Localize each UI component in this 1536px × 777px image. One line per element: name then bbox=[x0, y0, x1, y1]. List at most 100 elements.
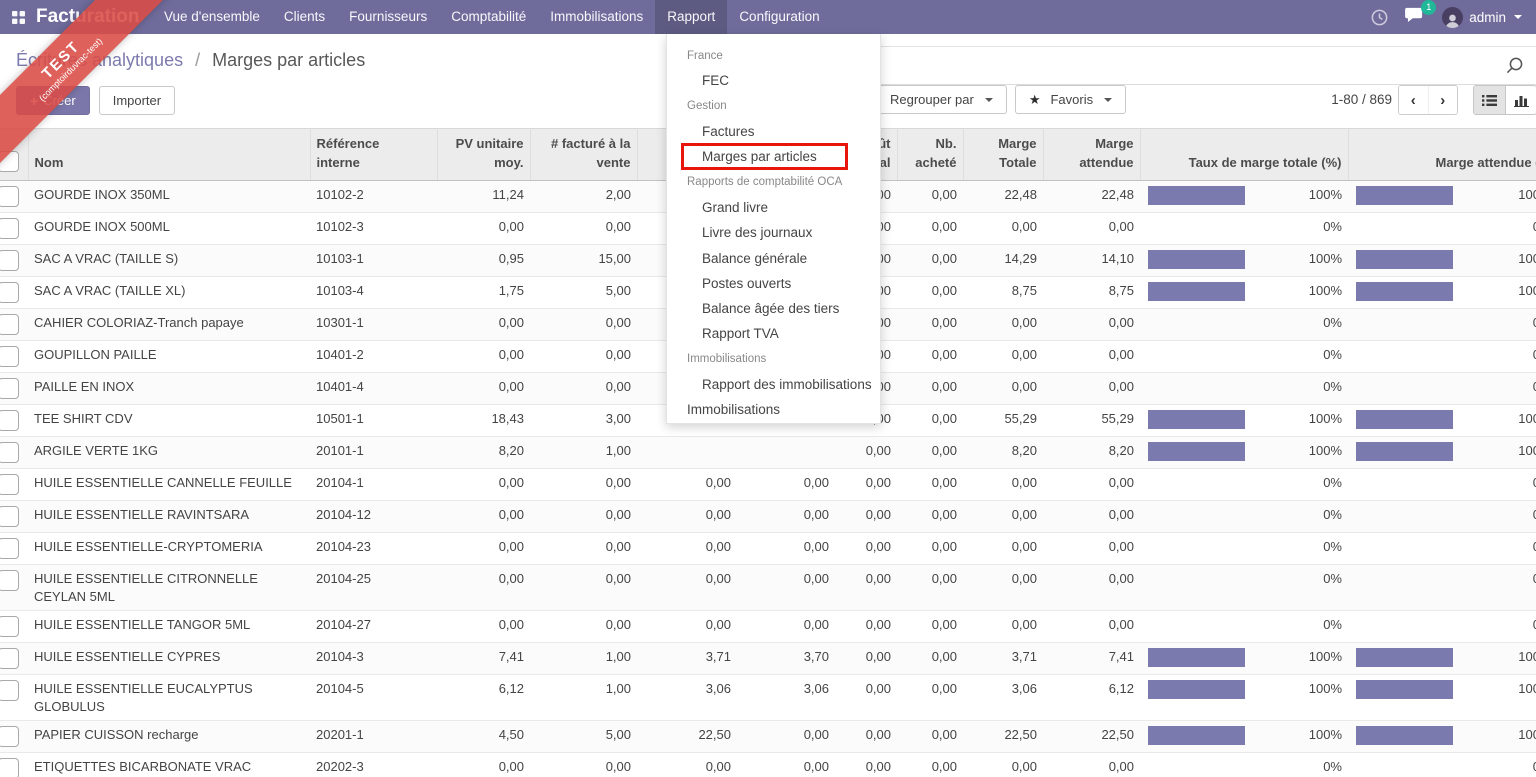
apps-menu-icon[interactable] bbox=[0, 0, 36, 34]
progress-bar bbox=[1148, 442, 1245, 461]
cell: 0,00 bbox=[1043, 341, 1140, 373]
row-select-cell bbox=[0, 643, 28, 675]
column-header[interactable]: PV unitaire moy. bbox=[437, 129, 530, 181]
row-checkbox[interactable] bbox=[0, 186, 19, 207]
progress-bar bbox=[1148, 346, 1245, 365]
table-row[interactable]: ETIQUETTES BICARBONATE VRAC20202-30,000,… bbox=[0, 753, 1536, 777]
row-checkbox[interactable] bbox=[0, 346, 19, 367]
search-controls: Regrouper par ★ Favoris bbox=[876, 85, 1126, 114]
cell: 0,00 bbox=[897, 565, 963, 611]
row-checkbox[interactable] bbox=[0, 726, 19, 747]
row-checkbox[interactable] bbox=[0, 680, 19, 701]
cell: 0,00 bbox=[637, 469, 737, 501]
column-header[interactable]: Nb. acheté bbox=[897, 129, 963, 181]
row-checkbox[interactable] bbox=[0, 758, 19, 777]
menu-item[interactable]: Balance générale bbox=[667, 245, 880, 270]
menu-item[interactable]: FEC bbox=[667, 68, 880, 93]
list-view-button[interactable] bbox=[1474, 86, 1505, 114]
table-row[interactable]: HUILE ESSENTIELLE EUCALYPTUS GLOBULUS201… bbox=[0, 675, 1536, 721]
row-checkbox[interactable] bbox=[0, 616, 19, 637]
activities-clock-icon[interactable] bbox=[1370, 8, 1389, 27]
nav-item-comptabilit-[interactable]: Comptabilité bbox=[439, 0, 538, 34]
table-row[interactable]: HUILE ESSENTIELLE CANNELLE FEUILLE20104-… bbox=[0, 469, 1536, 501]
search-bar[interactable] bbox=[768, 46, 1536, 85]
nav-item-configuration[interactable]: Configuration bbox=[727, 0, 831, 34]
table-row[interactable]: HUILE ESSENTIELLE TANGOR 5ML20104-270,00… bbox=[0, 611, 1536, 643]
nav-item-immobilisations[interactable]: Immobilisations bbox=[538, 0, 655, 34]
pager-next-button[interactable]: › bbox=[1429, 86, 1458, 114]
nav-item-rapport[interactable]: Rapport bbox=[655, 0, 727, 34]
import-button[interactable]: Importer bbox=[99, 86, 175, 115]
cell: 0,00 bbox=[897, 469, 963, 501]
row-select-cell bbox=[0, 277, 28, 309]
row-checkbox[interactable] bbox=[0, 538, 19, 559]
group-by-button[interactable]: Regrouper par bbox=[876, 85, 1007, 114]
cell: 0,00 bbox=[1043, 373, 1140, 405]
menu-item[interactable]: Balance âgée des tiers bbox=[667, 296, 880, 321]
nav-item-vue-d-ensemble[interactable]: Vue d'ensemble bbox=[152, 0, 272, 34]
graph-view-button[interactable] bbox=[1505, 86, 1536, 114]
table-row[interactable]: HUILE ESSENTIELLE-CRYPTOMERIA20104-230,0… bbox=[0, 533, 1536, 565]
row-select-cell bbox=[0, 245, 28, 277]
cell: 0,00 bbox=[963, 469, 1043, 501]
nav-item-clients[interactable]: Clients bbox=[272, 0, 337, 34]
menu-section-label: France bbox=[667, 43, 880, 68]
menu-item[interactable]: Rapport TVA bbox=[667, 321, 880, 346]
cell: 0,00 bbox=[530, 611, 637, 643]
column-header[interactable]: Référence interne bbox=[310, 129, 437, 181]
progress-cell: 0% bbox=[1140, 373, 1348, 405]
menu-item[interactable]: Rapport des immobilisations bbox=[667, 372, 880, 397]
row-checkbox[interactable] bbox=[0, 442, 19, 463]
cell: 14,29 bbox=[963, 245, 1043, 277]
cell: 4,50 bbox=[437, 721, 530, 753]
menu-item[interactable]: Marges par articles bbox=[667, 144, 880, 169]
table-row[interactable]: PAPIER CUISSON recharge20201-14,505,0022… bbox=[0, 721, 1536, 753]
cell: 0,00 bbox=[737, 501, 835, 533]
nav-right: 1 admin bbox=[1370, 6, 1536, 28]
row-checkbox[interactable] bbox=[0, 378, 19, 399]
table-row[interactable]: HUILE ESSENTIELLE CYPRES20104-37,411,003… bbox=[0, 643, 1536, 675]
row-checkbox[interactable] bbox=[0, 474, 19, 495]
table-row[interactable]: HUILE ESSENTIELLE RAVINTSARA20104-120,00… bbox=[0, 501, 1536, 533]
menu-item[interactable]: Factures bbox=[667, 119, 880, 144]
cell: 0,00 bbox=[737, 721, 835, 753]
menu-item[interactable]: Livre des journaux bbox=[667, 220, 880, 245]
nav-item-fournisseurs[interactable]: Fournisseurs bbox=[337, 0, 439, 34]
cell: 0,00 bbox=[897, 437, 963, 469]
page-title: Marges par articles bbox=[212, 50, 365, 70]
row-checkbox[interactable] bbox=[0, 282, 19, 303]
row-checkbox[interactable] bbox=[0, 218, 19, 239]
row-checkbox[interactable] bbox=[0, 410, 19, 431]
search-icon[interactable] bbox=[1504, 56, 1524, 76]
menu-item[interactable]: Postes ouverts bbox=[667, 271, 880, 296]
menu-item[interactable]: Grand livre bbox=[667, 195, 880, 220]
cell: 0,00 bbox=[1043, 533, 1140, 565]
column-header[interactable]: Marge Totale bbox=[963, 129, 1043, 181]
progress-value: 100% bbox=[1309, 186, 1342, 204]
row-checkbox[interactable] bbox=[0, 314, 19, 335]
table-row[interactable]: ARGILE VERTE 1KG20101-18,201,000,000,008… bbox=[0, 437, 1536, 469]
row-checkbox[interactable] bbox=[0, 506, 19, 527]
messages-button[interactable]: 1 bbox=[1405, 6, 1426, 28]
user-menu[interactable]: admin bbox=[1442, 7, 1522, 28]
progress-bar bbox=[1148, 250, 1245, 269]
pager-previous-button[interactable]: ‹ bbox=[1399, 86, 1429, 114]
row-checkbox[interactable] bbox=[0, 570, 19, 591]
table-row[interactable]: HUILE ESSENTIELLE CITRONNELLE CEYLAN 5ML… bbox=[0, 565, 1536, 611]
menu-item[interactable]: Immobilisations bbox=[667, 397, 880, 422]
cell: HUILE ESSENTIELLE CYPRES bbox=[28, 643, 310, 675]
column-header[interactable]: # facturé à la vente bbox=[530, 129, 637, 181]
row-checkbox[interactable] bbox=[0, 648, 19, 669]
group-by-label: Regrouper par bbox=[890, 92, 974, 107]
row-checkbox[interactable] bbox=[0, 250, 19, 271]
column-header[interactable]: Taux de marge totale (%) bbox=[1140, 129, 1348, 181]
favorites-button[interactable]: ★ Favoris bbox=[1015, 85, 1126, 114]
progress-value: 100 bbox=[1518, 410, 1536, 428]
progress-cell: 0 bbox=[1348, 341, 1536, 373]
column-header[interactable]: Marge attendue ( bbox=[1348, 129, 1536, 181]
column-header[interactable]: Nom bbox=[28, 129, 310, 181]
column-header[interactable]: Marge attendue bbox=[1043, 129, 1140, 181]
menu-section-label: Rapports de comptabilité OCA bbox=[667, 169, 880, 194]
chevron-down-icon bbox=[1514, 15, 1522, 19]
cell: 1,00 bbox=[530, 437, 637, 469]
